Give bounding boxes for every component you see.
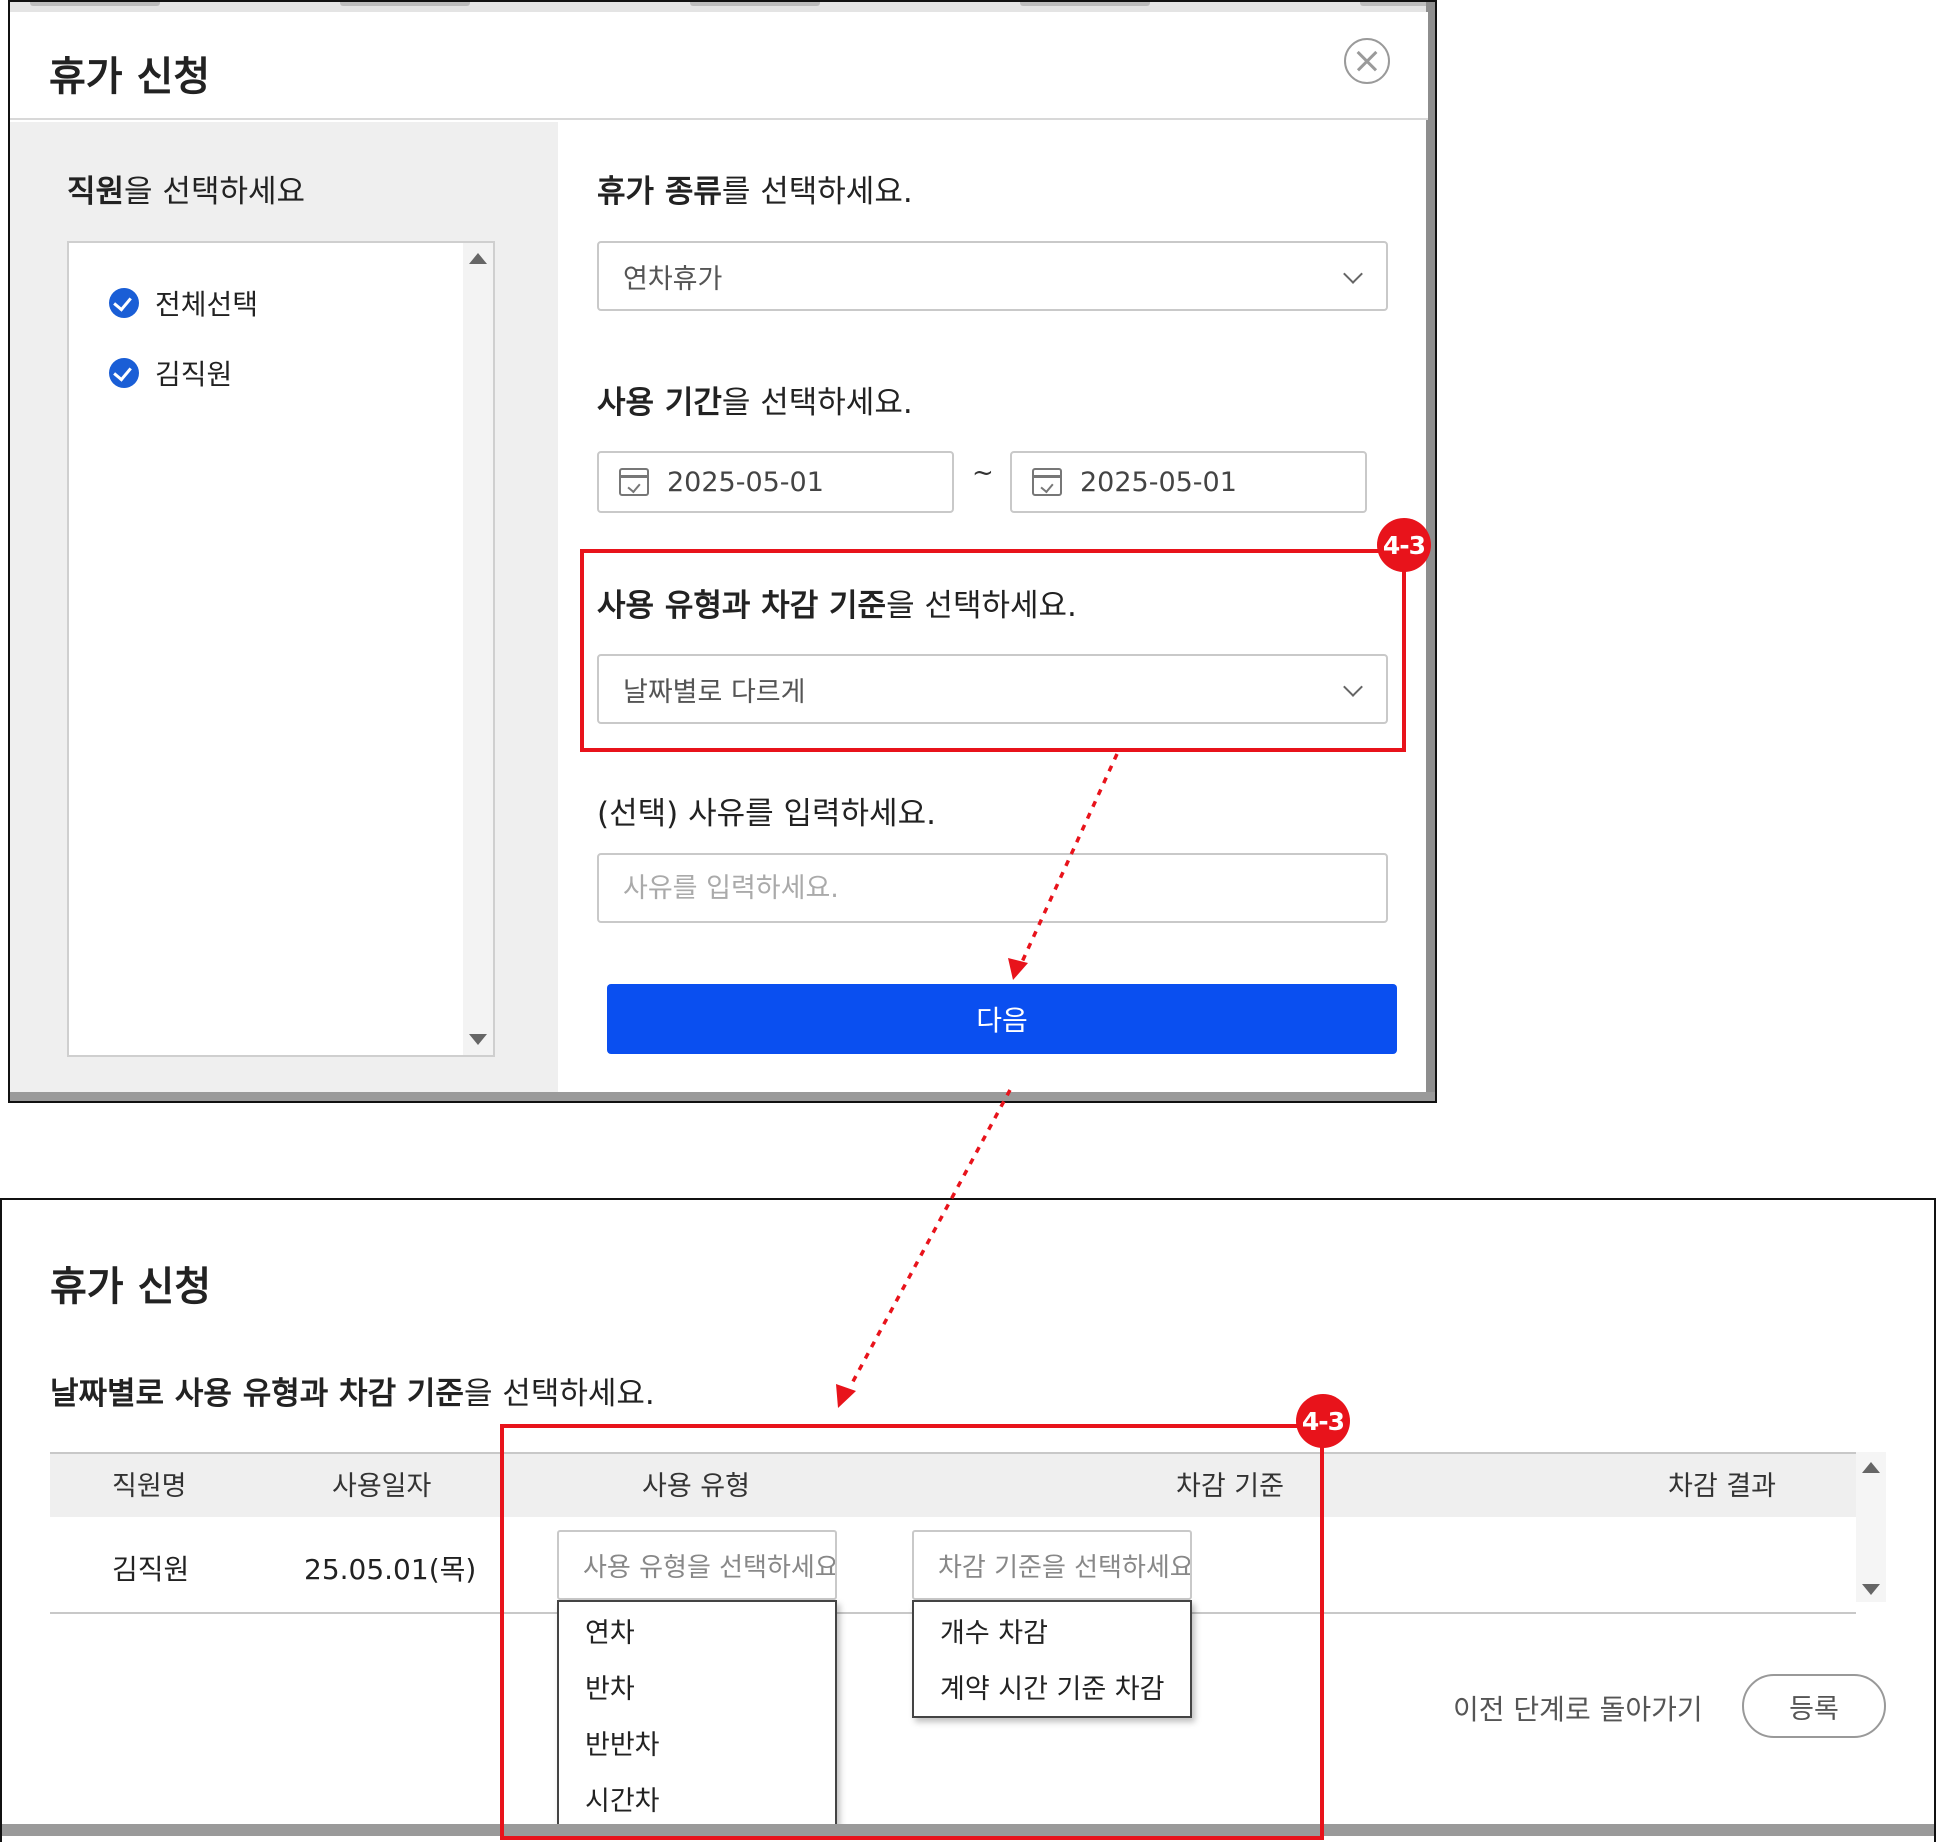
annotation-connector bbox=[836, 753, 1119, 1408]
arrowhead-icon bbox=[836, 1384, 856, 1408]
connector-line bbox=[848, 1089, 1012, 1388]
connector-line bbox=[1020, 753, 1119, 963]
arrowhead-icon bbox=[1008, 958, 1028, 980]
